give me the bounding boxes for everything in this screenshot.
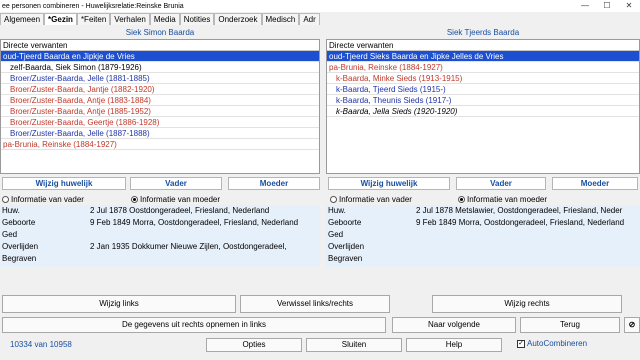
edit-left-button[interactable]: Wijzig links <box>2 295 236 313</box>
list-item[interactable]: k-Baarda, Theunis Sieds (1917-) <box>327 95 639 106</box>
tab-medisch[interactable]: Medisch <box>261 13 300 25</box>
tab-media[interactable]: Media <box>149 13 180 25</box>
window-controls: — ☐ ✕ <box>574 0 640 12</box>
edit-right-button[interactable]: Wijzig rechts <box>432 295 622 313</box>
info-label: Huw. <box>2 206 20 215</box>
list-item[interactable]: Broer/Zuster-Baarda, Antje (1883-1884) <box>1 95 319 106</box>
list-item[interactable]: Broer/Zuster-Baarda, Geertje (1886-1928) <box>1 117 319 128</box>
status-bar: 10334 van 10958 Opties Sluiten Help ✓ Au… <box>0 338 640 352</box>
checkbox-checked-icon: ✓ <box>517 339 525 348</box>
list-item[interactable]: k-Baarda, Minke Sieds (1913-1915) <box>327 73 639 84</box>
tab-onderzoek[interactable]: Onderzoek <box>214 13 262 25</box>
right-edit-marriage-button[interactable]: Wijzig huwelijk <box>328 177 450 190</box>
maximize-icon[interactable]: ☐ <box>596 0 618 12</box>
tab-notities[interactable]: Notities <box>179 13 215 25</box>
next-button[interactable]: Naar volgende <box>392 317 516 333</box>
list-item[interactable]: pa-Brunia, Reinske (1884-1927) <box>1 139 319 150</box>
list-item[interactable]: oud-Tjeerd Baarda en Jipkje de Vries <box>1 51 319 62</box>
radio-icon <box>330 196 337 203</box>
left-radio-mother[interactable]: Informatie van moeder <box>131 194 220 205</box>
info-label: Begraven <box>2 254 37 263</box>
info-label: Ged <box>2 230 18 239</box>
auto-combine-label: AutoCombineren <box>527 339 588 348</box>
right-person-name: Siek Tjeerds Baarda <box>446 28 520 37</box>
left-radio-father[interactable]: Informatie van vader <box>2 194 84 205</box>
info-label: Overlijden <box>2 242 39 251</box>
right-info-panel: Huw. 2 Jul 1878 Metslawier, Oostdongerade… <box>326 205 640 267</box>
right-radio-father-label: Informatie van vader <box>339 195 412 204</box>
swap-left-right-button[interactable]: Verwissel links/rechts <box>240 295 390 313</box>
window-title: ee personen combineren - Huwelijksrelati… <box>2 2 184 10</box>
minimize-icon[interactable]: — <box>574 0 596 12</box>
right-radio-father[interactable]: Informatie van vader <box>330 194 412 205</box>
tab-feiten[interactable]: *Feiten <box>76 13 111 25</box>
copy-right-into-left-button[interactable]: De gegevens uit rechts opnemen in links <box>2 317 386 333</box>
tab-algemeen[interactable]: Algemeen <box>0 13 45 25</box>
left-list-header: Directe verwanten <box>1 40 319 51</box>
left-relatives-list[interactable]: Directe verwanten oud-Tjeerd Baarda en J… <box>0 39 320 174</box>
info-value: 2 Jan 1935 Dokkumer Nieuwe Zijlen, Oostd… <box>90 242 287 251</box>
list-item[interactable]: pa-Brunia, Reinske (1884-1927) <box>327 62 639 73</box>
auto-combine-checkbox[interactable]: ✓ AutoCombineren <box>517 339 587 348</box>
left-person-name: Siek Simon Baarda <box>125 28 195 37</box>
tab-bar: Algemeen *Gezin *Feiten Verhalen Media N… <box>0 13 320 25</box>
left-father-button[interactable]: Vader <box>130 177 222 190</box>
list-item[interactable]: k-Baarda, Tjeerd Sieds (1915-) <box>327 84 639 95</box>
radio-selected-icon <box>458 196 465 203</box>
back-button[interactable]: Terug <box>520 317 620 333</box>
record-counter: 10334 van 10958 <box>10 340 72 349</box>
left-edit-marriage-button[interactable]: Wijzig huwelijk <box>2 177 126 190</box>
window-titlebar: ee personen combineren - Huwelijksrelati… <box>0 0 640 12</box>
tab-verhalen[interactable]: Verhalen <box>110 13 150 25</box>
info-label: Ged <box>328 230 344 239</box>
left-mother-button[interactable]: Moeder <box>228 177 320 190</box>
left-radio-father-label: Informatie van vader <box>11 195 84 204</box>
list-item[interactable]: Broer/Zuster-Baarda, Antje (1885-1952) <box>1 106 319 117</box>
radio-icon <box>2 196 9 203</box>
info-label: Geboorte <box>328 218 362 227</box>
help-button[interactable]: Help <box>406 338 502 352</box>
list-item[interactable]: Broer/Zuster-Baarda, Jelle (1887-1888) <box>1 128 319 139</box>
right-radio-mother[interactable]: Informatie van moeder <box>458 194 547 205</box>
right-mother-button[interactable]: Moeder <box>552 177 638 190</box>
info-value: 9 Feb 1849 Morra, Oostdongeradeel, Fries… <box>416 218 625 227</box>
list-item[interactable]: zelf-Baarda, Siek Simon (1879-1926) <box>1 62 319 73</box>
close-button[interactable]: Sluiten <box>306 338 402 352</box>
info-value: 2 Jul 1878 Oostdongeradeel, Friesland, N… <box>90 206 270 215</box>
info-value: 2 Jul 1878 Metslawier, Oostdongeradeel, … <box>416 206 623 215</box>
list-item[interactable]: oud-Tjeerd Sieks Baarda en Jipke Jelles … <box>327 51 639 62</box>
radio-selected-icon <box>131 196 138 203</box>
close-icon[interactable]: ✕ <box>618 0 640 12</box>
tab-adres[interactable]: Adr <box>299 13 320 25</box>
tab-gezin[interactable]: *Gezin <box>44 13 77 25</box>
right-radio-mother-label: Informatie van moeder <box>467 195 548 204</box>
right-list-header: Directe verwanten <box>327 40 639 51</box>
cancel-icon[interactable]: ⊘ <box>624 317 640 333</box>
list-item[interactable]: Broer/Zuster-Baarda, Jantje (1882-1920) <box>1 84 319 95</box>
info-label: Geboorte <box>2 218 36 227</box>
right-relatives-list[interactable]: Directe verwanten oud-Tjeerd Sieks Baard… <box>326 39 640 174</box>
left-info-panel: Huw. 2 Jul 1878 Oostdongeradeel, Frieslan… <box>0 205 320 267</box>
info-label: Huw. <box>328 206 346 215</box>
list-item[interactable]: Broer/Zuster-Baarda, Jelle (1881-1885) <box>1 73 319 84</box>
info-label: Overlijden <box>328 242 365 251</box>
left-radio-mother-label: Informatie van moeder <box>140 195 221 204</box>
info-label: Begraven <box>328 254 363 263</box>
list-item[interactable]: k-Baarda, Jella Sieds (1920-1920) <box>327 106 639 117</box>
options-button[interactable]: Opties <box>206 338 302 352</box>
right-father-button[interactable]: Vader <box>456 177 546 190</box>
info-value: 9 Feb 1849 Morra, Oostdongeradeel, Fries… <box>90 218 299 227</box>
